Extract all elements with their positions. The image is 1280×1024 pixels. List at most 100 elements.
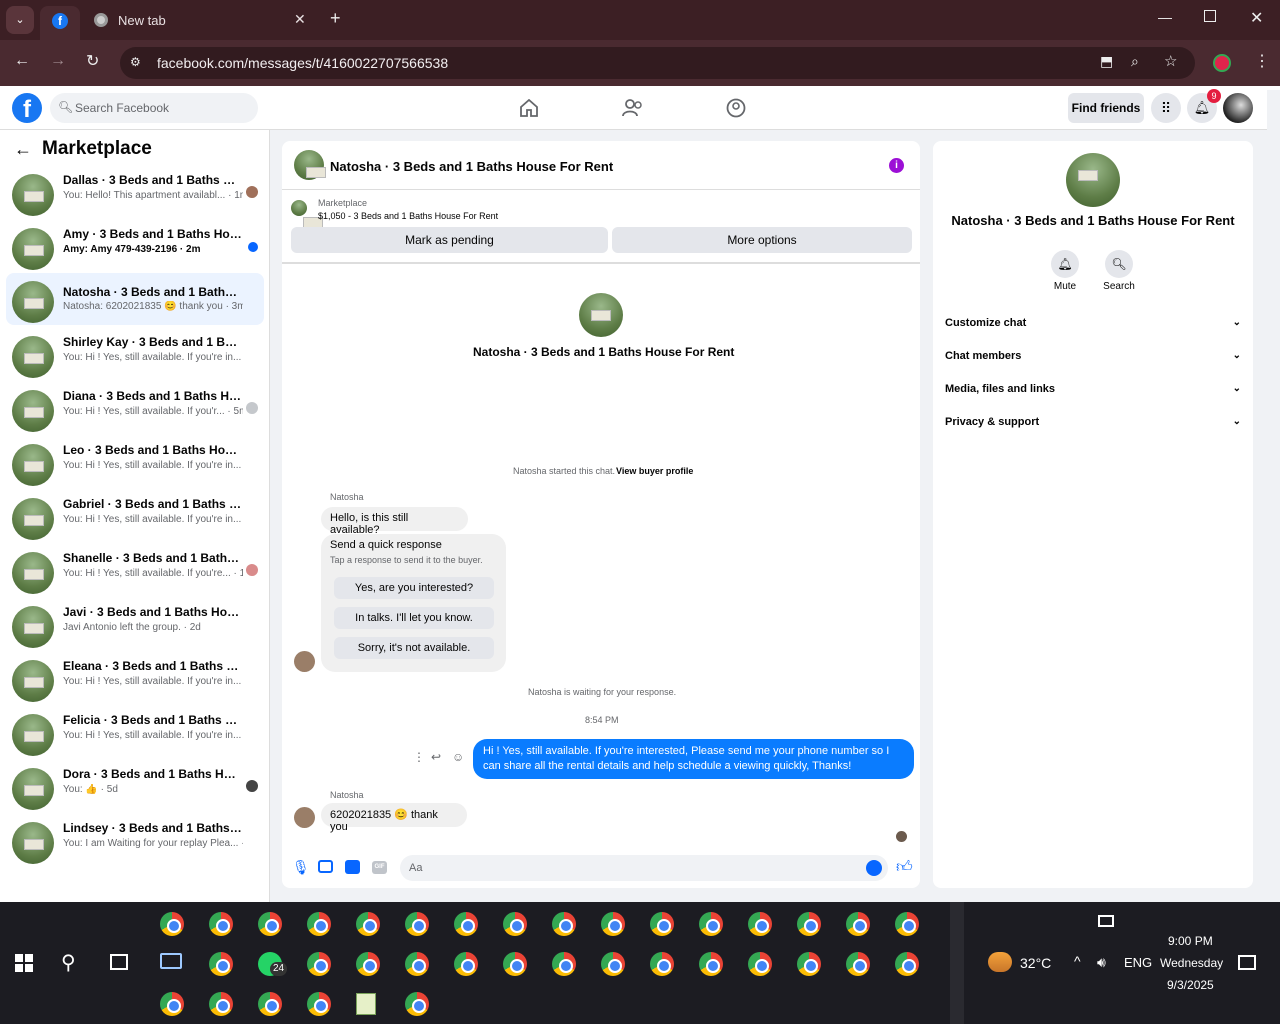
chrome-app-icon[interactable] [356,912,380,936]
conversation-item[interactable]: Javi · 3 Beds and 1 Baths House Fo... Jav… [6,600,264,652]
chrome-app-icon[interactable] [601,912,625,936]
conversation-item[interactable]: Dallas · 3 Beds and 1 Baths Hous... You: … [6,168,264,220]
thumbs-up-icon[interactable]: 👍︎ [896,858,913,877]
customize-chat-row[interactable]: Customize chat ⌄ [945,317,1241,329]
chrome-app-icon[interactable] [258,992,282,1016]
connected-display-icon[interactable] [1098,915,1114,927]
conversation-item-active[interactable]: Natosha · 3 Beds and 1 Baths Hous... Nato… [6,273,264,325]
find-friends-button[interactable]: Find friends [1068,93,1144,123]
mark-as-pending-button[interactable]: Mark as pending [291,227,608,253]
back-icon[interactable]: ← [14,52,30,70]
conversation-item[interactable]: Shanelle · 3 Beds and 1 Baths Ho... You: … [6,546,264,598]
minimize-button[interactable]: — [1158,9,1172,25]
close-window-button[interactable]: ✕ [1250,8,1263,28]
chrome-app-icon[interactable] [650,952,674,976]
chrome-app-icon[interactable] [601,952,625,976]
profile-icon[interactable] [726,98,746,118]
chrome-app-icon[interactable] [454,952,478,976]
chrome-app-icon[interactable] [650,912,674,936]
notepad-app-icon[interactable] [356,993,376,1015]
chrome-app-icon[interactable] [307,952,331,976]
mute-button[interactable]: 🔔︎ [1051,250,1079,278]
bookmark-star-icon[interactable]: ☆ [1164,52,1177,70]
reply-icon[interactable]: ↩ [431,750,441,764]
view-buyer-profile-link[interactable]: View buyer profile [616,466,693,476]
site-info-icon[interactable]: ⚙ [130,55,141,69]
conversation-item[interactable]: Amy · 3 Beds and 1 Baths House ... Amy: A… [6,222,264,274]
language-indicator[interactable]: ENG [1124,955,1152,970]
account-avatar[interactable] [1223,93,1253,123]
chrome-app-icon[interactable] [209,952,233,976]
react-icon[interactable]: ☺ [452,750,464,764]
task-view-icon[interactable] [110,954,128,970]
chrome-app-icon[interactable] [160,992,184,1016]
chrome-app-icon[interactable] [699,912,723,936]
chrome-app-icon[interactable] [748,912,772,936]
weather-icon[interactable] [988,952,1012,972]
restore-button[interactable] [1204,10,1216,22]
windows-start-icon[interactable] [15,954,33,972]
chrome-app-icon[interactable] [748,952,772,976]
photo-icon[interactable] [318,860,333,873]
chrome-app-icon[interactable] [699,952,723,976]
quick-response-not-available[interactable]: Sorry, it's not available. [334,637,494,659]
chrome-app-icon[interactable] [895,952,919,976]
conversation-item[interactable]: Gabriel · 3 Beds and 1 Baths House... You… [6,492,264,544]
touch-keyboard-icon[interactable] [160,953,182,969]
forward-icon[interactable]: → [50,52,66,70]
conversation-item[interactable]: Dora · 3 Beds and 1 Baths House... You: 👍… [6,762,264,814]
more-options-button[interactable]: More options [612,227,912,253]
chrome-app-icon[interactable] [797,952,821,976]
zoom-icon[interactable]: ⌕ [1131,53,1139,70]
url-text[interactable]: facebook.com/messages/t/4160022707566538 [157,55,448,71]
clock-time[interactable]: 9:00 PM [1168,934,1213,948]
chrome-app-icon[interactable] [503,952,527,976]
conversation-item[interactable]: Leo · 3 Beds and 1 Baths House Fo... You:… [6,438,264,490]
emoji-icon[interactable] [866,860,882,876]
close-tab-icon[interactable]: ✕ [294,11,306,28]
gif-icon[interactable]: GIF [372,861,387,874]
back-arrow-icon[interactable]: ← [14,139,32,160]
tab-facebook[interactable]: f [40,6,80,40]
omnibox[interactable]: ⚙ facebook.com/messages/t/41600227075665… [120,47,1195,79]
chrome-app-icon[interactable] [307,992,331,1016]
listing-line[interactable]: $1,050 - 3 Beds and 1 Baths House For Re… [318,211,498,221]
install-icon[interactable]: ⬒ [1100,53,1113,70]
tab-search-button[interactable]: ⌄ [6,6,34,34]
page-scrollbar[interactable] [1267,90,1280,902]
chrome-app-icon[interactable] [552,912,576,936]
quick-response-in-talks[interactable]: In talks. I'll let you know. [334,607,494,629]
search-icon[interactable]: ⚲ [61,950,76,975]
menu-grid-button[interactable]: ⠿ [1151,93,1181,123]
chrome-app-icon[interactable] [160,912,184,936]
extension-icon[interactable] [1213,54,1231,72]
conversation-item[interactable]: Eleana · 3 Beds and 1 Baths House ... You… [6,654,264,706]
show-hidden-icons-icon[interactable]: ^ [1074,953,1081,969]
conversation-item[interactable]: Felicia · 3 Beds and 1 Baths House ... Yo… [6,708,264,760]
sticker-icon[interactable] [345,860,360,874]
chrome-app-icon[interactable] [895,912,919,936]
search-facebook-input[interactable]: 🔍︎ Search Facebook [50,93,258,123]
clock-day[interactable]: Wednesday [1160,956,1223,970]
volume-icon[interactable]: 🔊︎ [1097,954,1106,971]
conversation-item[interactable]: Lindsey · 3 Beds and 1 Baths Hous... You:… [6,816,264,868]
facebook-logo-icon[interactable]: f [12,93,42,123]
search-chat-button[interactable]: 🔍︎ [1105,250,1133,278]
notification-center-icon[interactable] [1238,955,1256,970]
chat-header-title[interactable]: Natosha · 3 Beds and 1 Baths House For R… [330,159,613,174]
privacy-support-row[interactable]: Privacy & support ⌄ [945,416,1241,428]
chrome-app-icon[interactable] [552,952,576,976]
chrome-app-icon[interactable] [405,952,429,976]
conversation-item[interactable]: Diana · 3 Beds and 1 Baths Hous... You: H… [6,384,264,436]
chrome-app-icon-active[interactable] [797,912,821,936]
chrome-app-icon[interactable] [846,952,870,976]
chrome-app-icon[interactable] [307,912,331,936]
chrome-app-icon[interactable] [405,992,429,1016]
chrome-app-icon[interactable] [356,952,380,976]
friends-icon[interactable] [622,99,644,117]
chrome-app-icon[interactable] [454,912,478,936]
chrome-app-icon[interactable] [209,912,233,936]
media-files-links-row[interactable]: Media, files and links ⌄ [945,383,1241,395]
chrome-app-icon[interactable] [846,912,870,936]
microphone-icon[interactable]: 🎙︎ [292,859,310,876]
